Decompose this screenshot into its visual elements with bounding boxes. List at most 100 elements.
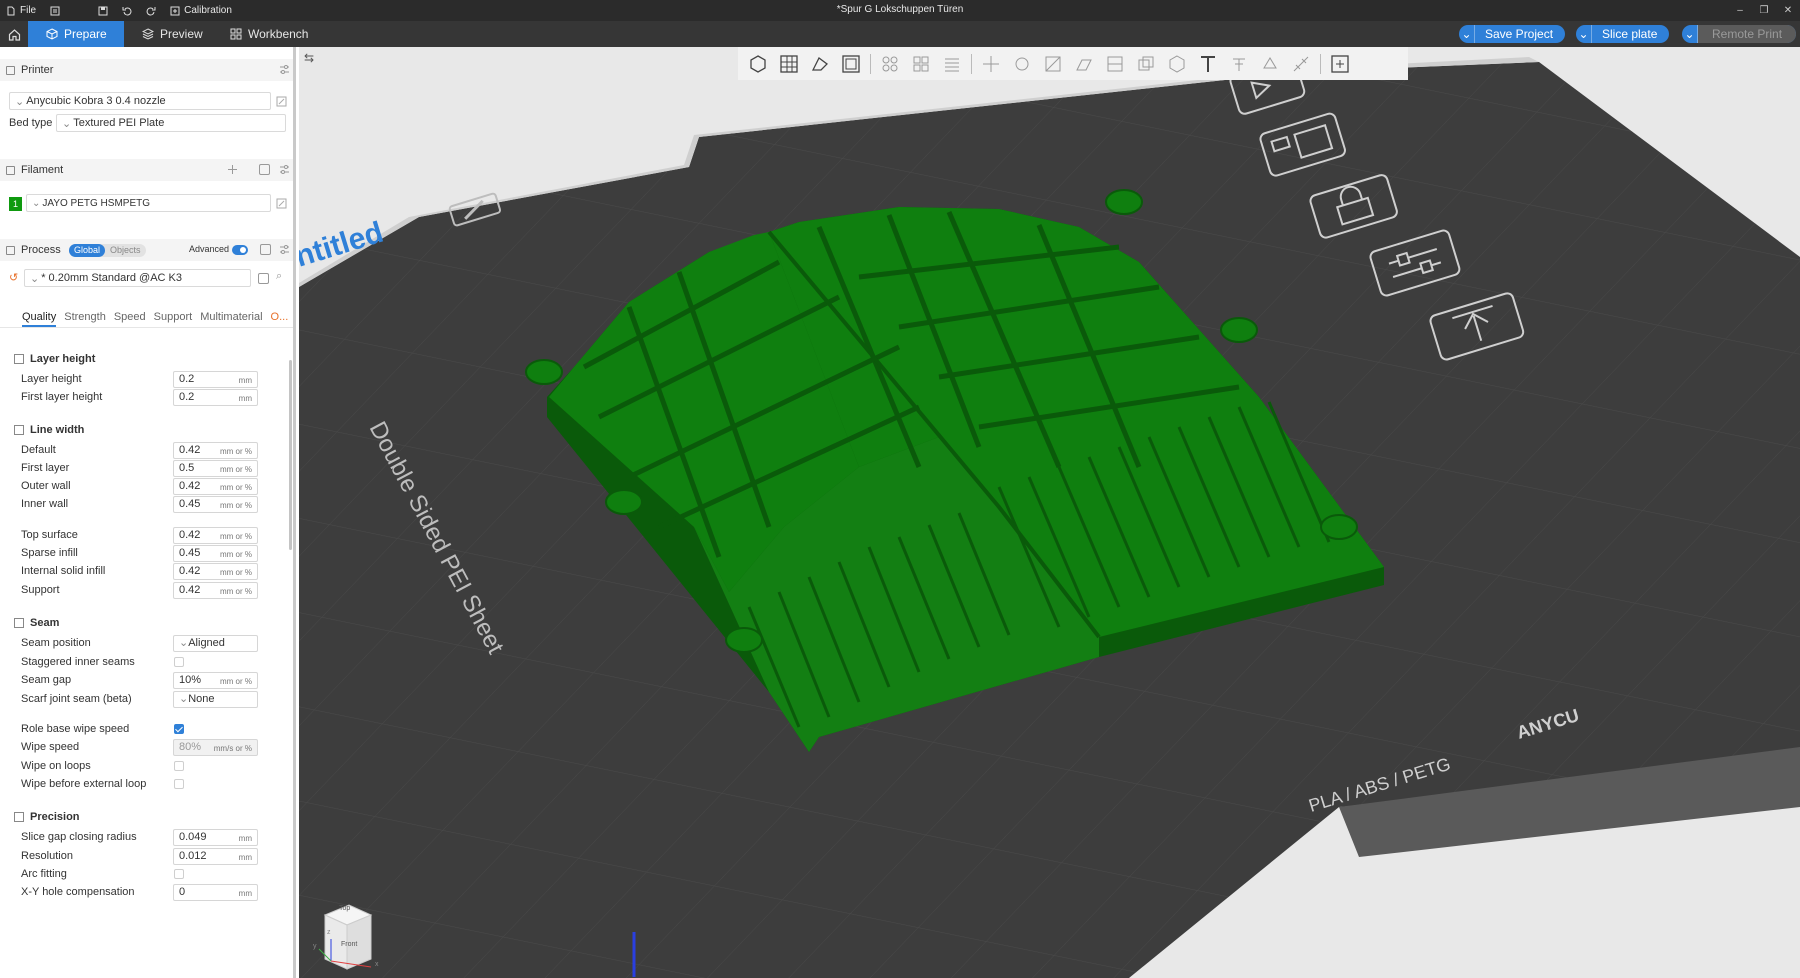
bed-type-label: Bed type — [9, 117, 53, 129]
tab-multimaterial[interactable]: Multimaterial — [200, 311, 262, 327]
line-width-sparse-infill-input[interactable]: 0.45 mm or % — [173, 545, 258, 562]
first-layer-height-input[interactable]: 0.2 mm — [173, 389, 258, 406]
slice-gap-input[interactable]: 0.049 mm — [173, 829, 258, 846]
role-wipe-checkbox[interactable] — [174, 724, 184, 734]
staggered-seams-checkbox[interactable] — [174, 657, 184, 667]
scarf-joint-select[interactable]: ⌄None — [173, 691, 258, 708]
wipe-speed-input[interactable]: 80% mm/s or % — [173, 739, 258, 756]
tab-others[interactable]: O... — [271, 311, 289, 327]
advanced-toggle[interactable] — [232, 245, 248, 255]
arrange-icon[interactable] — [839, 52, 863, 76]
line-width-first-layer-label: First layer — [21, 462, 70, 474]
xy-hole-input[interactable]: 0 mm — [173, 884, 258, 901]
wipe-loops-label: Wipe on loops — [21, 760, 91, 772]
scarf-joint-label: Scarf joint seam (beta) — [21, 693, 132, 705]
window-title: *Spur G Lokschuppen Türen — [836, 4, 964, 15]
wipe-before-checkbox[interactable] — [174, 779, 184, 789]
reset-icon[interactable]: ↺ — [9, 271, 18, 284]
process-section-header: Process — [0, 239, 293, 261]
tab-prepare[interactable]: Prepare — [28, 21, 124, 47]
collapse-sidebar-icon[interactable]: ⇆ — [304, 51, 314, 65]
remote-print-button[interactable]: ⌄ Remote Print — [1682, 25, 1797, 43]
minimize-icon[interactable]: – — [1728, 0, 1752, 21]
printer-preset-value: Anycubic Kobra 3 0.4 nozzle — [26, 95, 166, 107]
home-button[interactable] — [0, 21, 28, 47]
line-width-first-layer-input[interactable]: 0.5 mm or % — [173, 460, 258, 477]
process-preset-select[interactable]: ⌄ * 0.20mm Standard @AC K3 — [24, 269, 251, 287]
assembly-view-icon[interactable] — [1328, 52, 1352, 76]
rotate-icon[interactable] — [1010, 52, 1034, 76]
edit-icon[interactable] — [276, 96, 287, 107]
add-object-icon[interactable] — [746, 52, 770, 76]
chevron-down-icon[interactable]: ⌄ — [1682, 25, 1698, 43]
seam-gap-input[interactable]: 10% mm or % — [173, 672, 258, 689]
layers-icon — [142, 28, 154, 40]
line-width-outer-wall-input[interactable]: 0.42 mm or % — [173, 478, 258, 495]
line-width-icon — [14, 425, 24, 435]
bed-type-select[interactable]: ⌄ Textured PEI Plate — [56, 114, 286, 132]
3d-viewport[interactable]: ntitled Double Sided PEI Sheet PLA / ABS… — [299, 47, 1800, 978]
tab-quality[interactable]: Quality — [22, 311, 57, 327]
tab-strength[interactable]: Strength — [64, 311, 106, 327]
slice-plate-button[interactable]: ⌄ Slice plate — [1576, 25, 1670, 43]
cut-icon[interactable] — [1103, 52, 1127, 76]
text-icon[interactable] — [1196, 52, 1220, 76]
restore-icon[interactable]: ❐ — [1752, 0, 1776, 21]
wipe-loops-checkbox[interactable] — [174, 761, 184, 771]
chevron-down-icon[interactable]: ⌄ — [1576, 25, 1592, 43]
search-icon[interactable]: ⌕ — [276, 270, 282, 283]
objects-toggle[interactable]: Objects — [105, 244, 146, 257]
line-width-top-surface-input[interactable]: 0.42 mm or % — [173, 527, 258, 544]
seam-position-value: Aligned — [188, 637, 225, 649]
filament-slot-badge[interactable]: 1 — [9, 197, 22, 211]
line-width-support-input[interactable]: 0.42 mm or % — [173, 582, 258, 599]
add-filament-icon[interactable] — [227, 164, 238, 175]
arc-fitting-checkbox[interactable] — [174, 869, 184, 879]
save-project-button[interactable]: ⌄ Save Project — [1459, 25, 1566, 43]
tab-support[interactable]: Support — [154, 311, 193, 327]
layer-height-input[interactable]: 0.2 mm — [173, 371, 258, 388]
tab-workbench[interactable]: Workbench — [230, 21, 308, 47]
orient-icon[interactable] — [808, 52, 832, 76]
printer-preset-select[interactable]: ⌄ Anycubic Kobra 3 0.4 nozzle — [9, 92, 271, 110]
chevron-down-icon[interactable]: ⌄ — [1459, 25, 1475, 43]
compare-icon[interactable] — [260, 244, 271, 255]
mesh-icon[interactable] — [1165, 52, 1189, 76]
line-width-internal-solid-input[interactable]: 0.42 mm or % — [173, 563, 258, 580]
settings-icon[interactable] — [279, 64, 290, 75]
add-plate-icon[interactable] — [777, 52, 801, 76]
resolution-input[interactable]: 0.012 mm — [173, 848, 258, 865]
filament-settings-icon[interactable] — [279, 164, 290, 175]
nav-cube[interactable]: Top Front x y z — [311, 899, 383, 978]
unit: mm or % — [220, 532, 252, 541]
process-settings-icon[interactable] — [279, 244, 290, 255]
split-parts-icon[interactable] — [909, 52, 933, 76]
arc-fitting-label: Arc fitting — [21, 868, 67, 880]
global-toggle[interactable]: Global — [69, 244, 106, 257]
scale-icon[interactable] — [1041, 52, 1065, 76]
tab-speed[interactable]: Speed — [114, 311, 146, 327]
seam-paint-icon[interactable] — [1258, 52, 1282, 76]
close-icon[interactable]: ✕ — [1776, 0, 1800, 21]
move-icon[interactable] — [979, 52, 1003, 76]
tab-preview[interactable]: Preview — [142, 21, 203, 47]
scrollbar[interactable] — [289, 360, 292, 550]
save-preset-icon[interactable] — [258, 273, 269, 284]
unit: mm or % — [220, 587, 252, 596]
line-width-inner-wall-input[interactable]: 0.45 mm or % — [173, 496, 258, 513]
edit-icon[interactable] — [276, 198, 287, 209]
layer-height-icon — [14, 354, 24, 364]
seam-position-select[interactable]: ⌄Aligned — [173, 635, 258, 652]
line-width-internal-solid-label: Internal solid infill — [21, 565, 106, 577]
split-objects-icon[interactable] — [878, 52, 902, 76]
filament-sync-icon[interactable] — [259, 164, 270, 175]
support-paint-icon[interactable] — [1227, 52, 1251, 76]
layers-icon[interactable] — [940, 52, 964, 76]
global-objects-toggle[interactable]: Global Objects — [69, 244, 146, 257]
filament-preset-select[interactable]: ⌄ JAYO PETG HSMPETG — [26, 194, 271, 212]
measure-icon[interactable] — [1289, 52, 1313, 76]
boolean-icon[interactable] — [1134, 52, 1158, 76]
lay-on-face-icon[interactable] — [1072, 52, 1096, 76]
wipe-speed-label: Wipe speed — [21, 741, 80, 753]
line-width-default-input[interactable]: 0.42 mm or % — [173, 442, 258, 459]
